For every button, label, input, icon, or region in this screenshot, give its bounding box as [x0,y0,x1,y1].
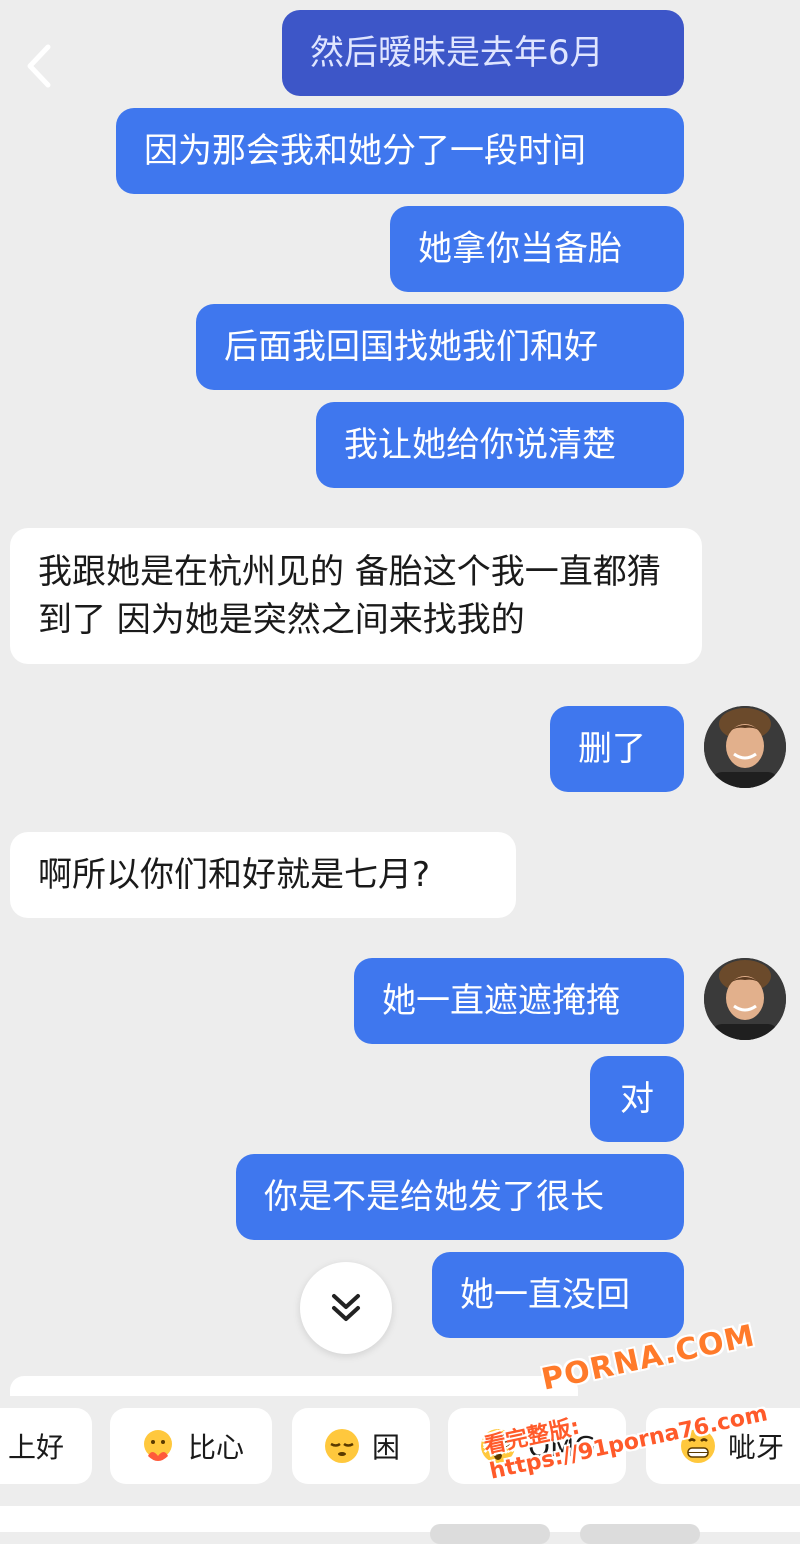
avatar-photo-icon [704,958,786,1040]
message-bubble-incoming[interactable]: 我跟她是在杭州见的 备胎这个我一直都猜到了 因为她是突然之间来找我的 [10,528,702,664]
quick-reply-label: 困 [371,1431,400,1464]
input-toolbar-partial [430,1524,550,1544]
quick-reply-chip[interactable]: 比心 [110,1408,272,1484]
quick-reply-label: 上好 [7,1431,64,1464]
heart-hands-emoji-icon [138,1426,178,1466]
quick-reply-chip[interactable]: 上好 [0,1408,92,1484]
quick-reply-chip[interactable]: 困 [292,1408,430,1484]
message-bubble-outgoing[interactable]: 她拿你当备胎 [390,206,684,292]
avatar-photo-icon [704,706,786,788]
message-bubble-outgoing[interactable]: 因为那会我和她分了一段时间 [116,108,684,194]
message-bubble-outgoing[interactable]: 你是不是给她发了很长 [236,1154,684,1240]
message-bubble-outgoing[interactable]: 她一直没回 [432,1252,684,1338]
quick-reply-label: 比心 [187,1431,244,1464]
message-bubble-outgoing[interactable]: 对 [590,1056,684,1142]
message-bubble-incoming[interactable]: 啊所以你们和好就是七月? [10,832,516,918]
quick-reply-chip[interactable]: 呲牙 [646,1408,800,1484]
message-bubble-outgoing[interactable]: 我让她给你说清楚 [316,402,684,488]
input-toolbar-partial [580,1524,700,1544]
grin-emoji-icon [678,1426,718,1466]
quick-reply-label: 呲牙 [728,1431,785,1464]
quick-reply-chip[interactable]: OMG [448,1408,626,1484]
double-chevron-down-icon [332,1294,360,1321]
quick-reply-bar: 上好 比心 困 OMG 呲牙 [0,1408,800,1488]
message-bubble-incoming-partial [10,1376,578,1396]
message-bubble-outgoing[interactable]: 然后暧昧是去年6月 [282,10,684,96]
back-button[interactable] [14,36,64,96]
message-bubble-outgoing[interactable]: 后面我回国找她我们和好 [196,304,684,390]
omg-emoji-icon [478,1426,518,1466]
avatar[interactable] [704,958,786,1040]
message-bubble-outgoing[interactable]: 她一直遮遮掩掩 [354,958,684,1044]
message-bubble-outgoing[interactable]: 删了 [550,706,684,792]
quick-reply-label: OMG [528,1429,596,1463]
chevron-left-icon [27,44,51,88]
scroll-to-bottom-button[interactable] [300,1262,392,1354]
avatar[interactable] [704,706,786,788]
sleepy-emoji-icon [322,1426,362,1466]
